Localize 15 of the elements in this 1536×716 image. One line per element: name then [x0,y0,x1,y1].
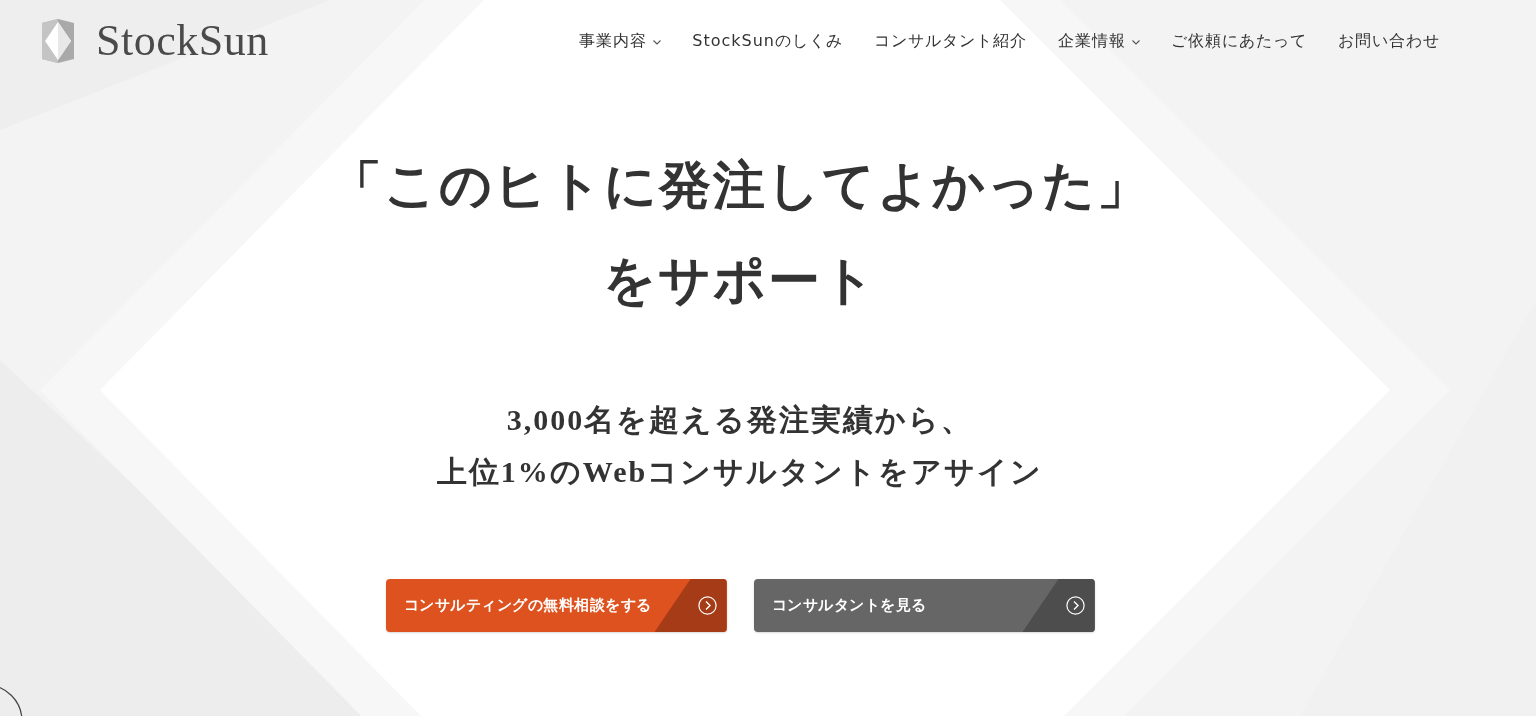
nav-link[interactable]: コンサルタント紹介 [874,30,1027,52]
nav-link[interactable]: ご依頼にあたって [1171,30,1307,52]
cta-button[interactable]: コンサルティングの無料相談をする [385,579,727,632]
logo-icon [42,19,74,63]
nav-link[interactable]: 企業情報 [1058,30,1140,52]
logo-text[interactable]: StockSun [96,19,269,63]
circle-chevron-right-icon [1065,596,1085,615]
nav-link[interactable]: お問い合わせ [1338,30,1440,52]
nav-link[interactable]: 事業内容 [579,30,662,52]
subtitle: 3,000名を超える発注実績から、 上位1%のWebコンサルタントをアサイン [436,402,1044,490]
nav-link[interactable]: StockSunのしくみ [692,30,843,52]
circle-chevron-right-icon [697,596,717,615]
circle-outline-icon [0,685,23,716]
cta-button[interactable]: コンサルタントを見る [753,579,1095,632]
headline: 「このヒトに発注してよかった」 をサポート [329,156,1151,311]
